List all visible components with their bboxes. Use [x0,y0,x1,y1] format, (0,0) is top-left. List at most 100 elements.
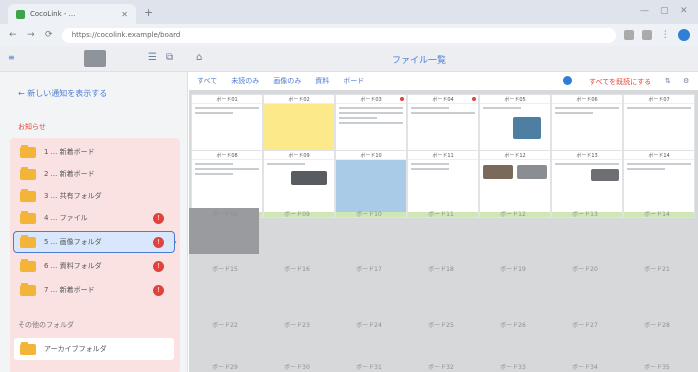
board-label: ボード20 [572,266,598,273]
url-input[interactable]: https://cocolink.example/board [61,27,617,43]
sort-icon[interactable]: ⇅ [665,77,671,85]
home-icon[interactable]: ⌂ [196,52,202,63]
board-label: ボード31 [356,364,382,371]
extension-icon[interactable] [624,30,635,40]
hamburger-icon[interactable]: ≡ [8,53,15,62]
browser-tab[interactable]: CocoLink - ... ✕ [8,4,136,24]
sidebar: ← 新しい通知を表示する お知らせ 1 ... 新着ボード 2 ... 新着ボー… [0,72,188,372]
back-icon[interactable]: ← [8,30,18,40]
folder-icon [20,166,36,180]
board-label: ボード26 [500,322,526,329]
sidebar-item-label: 6 ... 資料フォルダ [44,262,102,270]
folder-icon [20,341,36,355]
board-label: ボード17 [356,266,382,273]
card-title: ボード13 [576,152,598,159]
board-label: ボード22 [212,322,238,329]
board-label: ボード16 [284,266,310,273]
alert-icon: ! [153,212,164,224]
chevron-right-icon[interactable]: › [173,237,177,248]
board-label: ボード28 [644,322,670,329]
card-title: ボード11 [432,152,454,159]
board-label: ボード14 [644,211,670,218]
board-label: ボード27 [572,322,598,329]
board-card[interactable]: ボード10 [335,150,407,218]
forward-icon[interactable]: → [26,30,36,40]
board-label: ボード34 [572,364,598,371]
main-board-area: すべて 未読のみ 画像のみ 資料 ボード すべてを既読にする ⇅ ⚙ ボード01… [189,72,698,372]
filter-icon[interactable]: ⧉ [166,52,173,63]
sidebar-item-7[interactable]: 7 ... 新着ボード ! [14,280,174,300]
close-tab-icon[interactable]: ✕ [121,10,128,19]
card-title: ボード02 [288,96,310,103]
board-label: ボード19 [500,266,526,273]
card-title: ボード10 [360,152,382,159]
board-card[interactable]: ボード09 [263,150,335,218]
folder-icon [20,282,36,296]
card-title: ボード08 [216,152,238,159]
board-label: ボード09 [284,211,310,218]
board-label: ボード29 [212,364,238,371]
board-card[interactable]: ボード12 [479,150,551,218]
card-title: ボード04 [432,96,454,103]
browser-tabbar: CocoLink - ... ✕ + — ▢ ✕ [0,0,698,24]
new-tab-button[interactable]: + [144,7,153,18]
filter-all[interactable]: すべて [197,76,217,86]
sidebar-item-1[interactable]: 1 ... 新着ボード [14,142,174,162]
address-bar: ← → ⟳ https://cocolink.example/board ⋮ [0,24,698,46]
alert-icon: ! [153,260,164,272]
folder-icon [20,234,36,248]
board-card[interactable]: ボード13 [551,150,623,218]
board-label: ボード35 [644,364,670,371]
mark-all-read-link[interactable]: すべてを既読にする [589,77,651,87]
sidebar-item-label: 1 ... 新着ボード [44,148,95,156]
sidebar-item-label: 4 ... ファイル [44,214,88,222]
settings-icon[interactable]: ⚙ [683,77,689,85]
filter-docs[interactable]: 資料 [315,76,329,86]
board-label: ボード24 [356,322,382,329]
card-title: ボード09 [288,152,310,159]
tab-title: CocoLink - ... [30,10,76,18]
card-title: ボード03 [360,96,382,103]
card-title: ボード12 [504,152,526,159]
board-label: ボード10 [356,211,382,218]
menu-icon[interactable]: ⋮ [660,30,670,40]
sidebar-item-archive[interactable]: アーカイブフォルダ [14,338,174,360]
board-card[interactable]: ボード11 [407,150,479,218]
folder-icon [20,258,36,272]
board-label: ボード23 [284,322,310,329]
filter-unread[interactable]: 未読のみ [231,76,259,86]
back-to-notifications-link[interactable]: ← 新しい通知を表示する [18,88,107,99]
card-title: ボード07 [648,96,670,103]
filter-boards[interactable]: ボード [343,76,364,86]
board-label: ボード08 [212,211,238,218]
alert-icon: ! [153,236,164,248]
maximize-button[interactable]: ▢ [660,6,669,16]
close-window-button[interactable]: ✕ [680,6,688,16]
card-title: ボード01 [216,96,238,103]
filter-images[interactable]: 画像のみ [273,76,301,86]
bookmark-icon[interactable] [642,30,653,40]
sidebar-item-6[interactable]: 6 ... 資料フォルダ ! [14,256,174,276]
other-section-label: その他のフォルダ [18,321,74,329]
list-view-icon[interactable]: ☰ [148,52,157,63]
page-title: ファイル一覧 [392,56,447,66]
sidebar-item-label: 7 ... 新着ボード [44,286,95,294]
sidebar-item-5[interactable]: 5 ... 画像フォルダ ! › [13,231,177,253]
card-title: ボード14 [648,152,670,159]
sidebar-item-label: アーカイブフォルダ [44,345,107,353]
grid-view-button[interactable] [84,50,106,67]
minimize-button[interactable]: — [640,6,649,16]
sidebar-item-3[interactable]: 3 ... 共有フォルダ [14,186,174,206]
profile-avatar[interactable] [678,29,691,41]
card-title: ボード06 [576,96,598,103]
board-label: ボード25 [428,322,454,329]
board-card[interactable]: ボード14 [623,150,695,218]
reload-icon[interactable]: ⟳ [44,30,54,40]
sidebar-item-4[interactable]: 4 ... ファイル ! [14,208,174,228]
section-label: お知らせ [18,123,46,131]
board-label: ボード13 [572,211,598,218]
info-icon[interactable] [563,76,572,85]
board-label: ボード30 [284,364,310,371]
sidebar-item-2[interactable]: 2 ... 新着ボード [14,164,174,184]
sidebar-item-label: 2 ... 新着ボード [44,170,95,178]
